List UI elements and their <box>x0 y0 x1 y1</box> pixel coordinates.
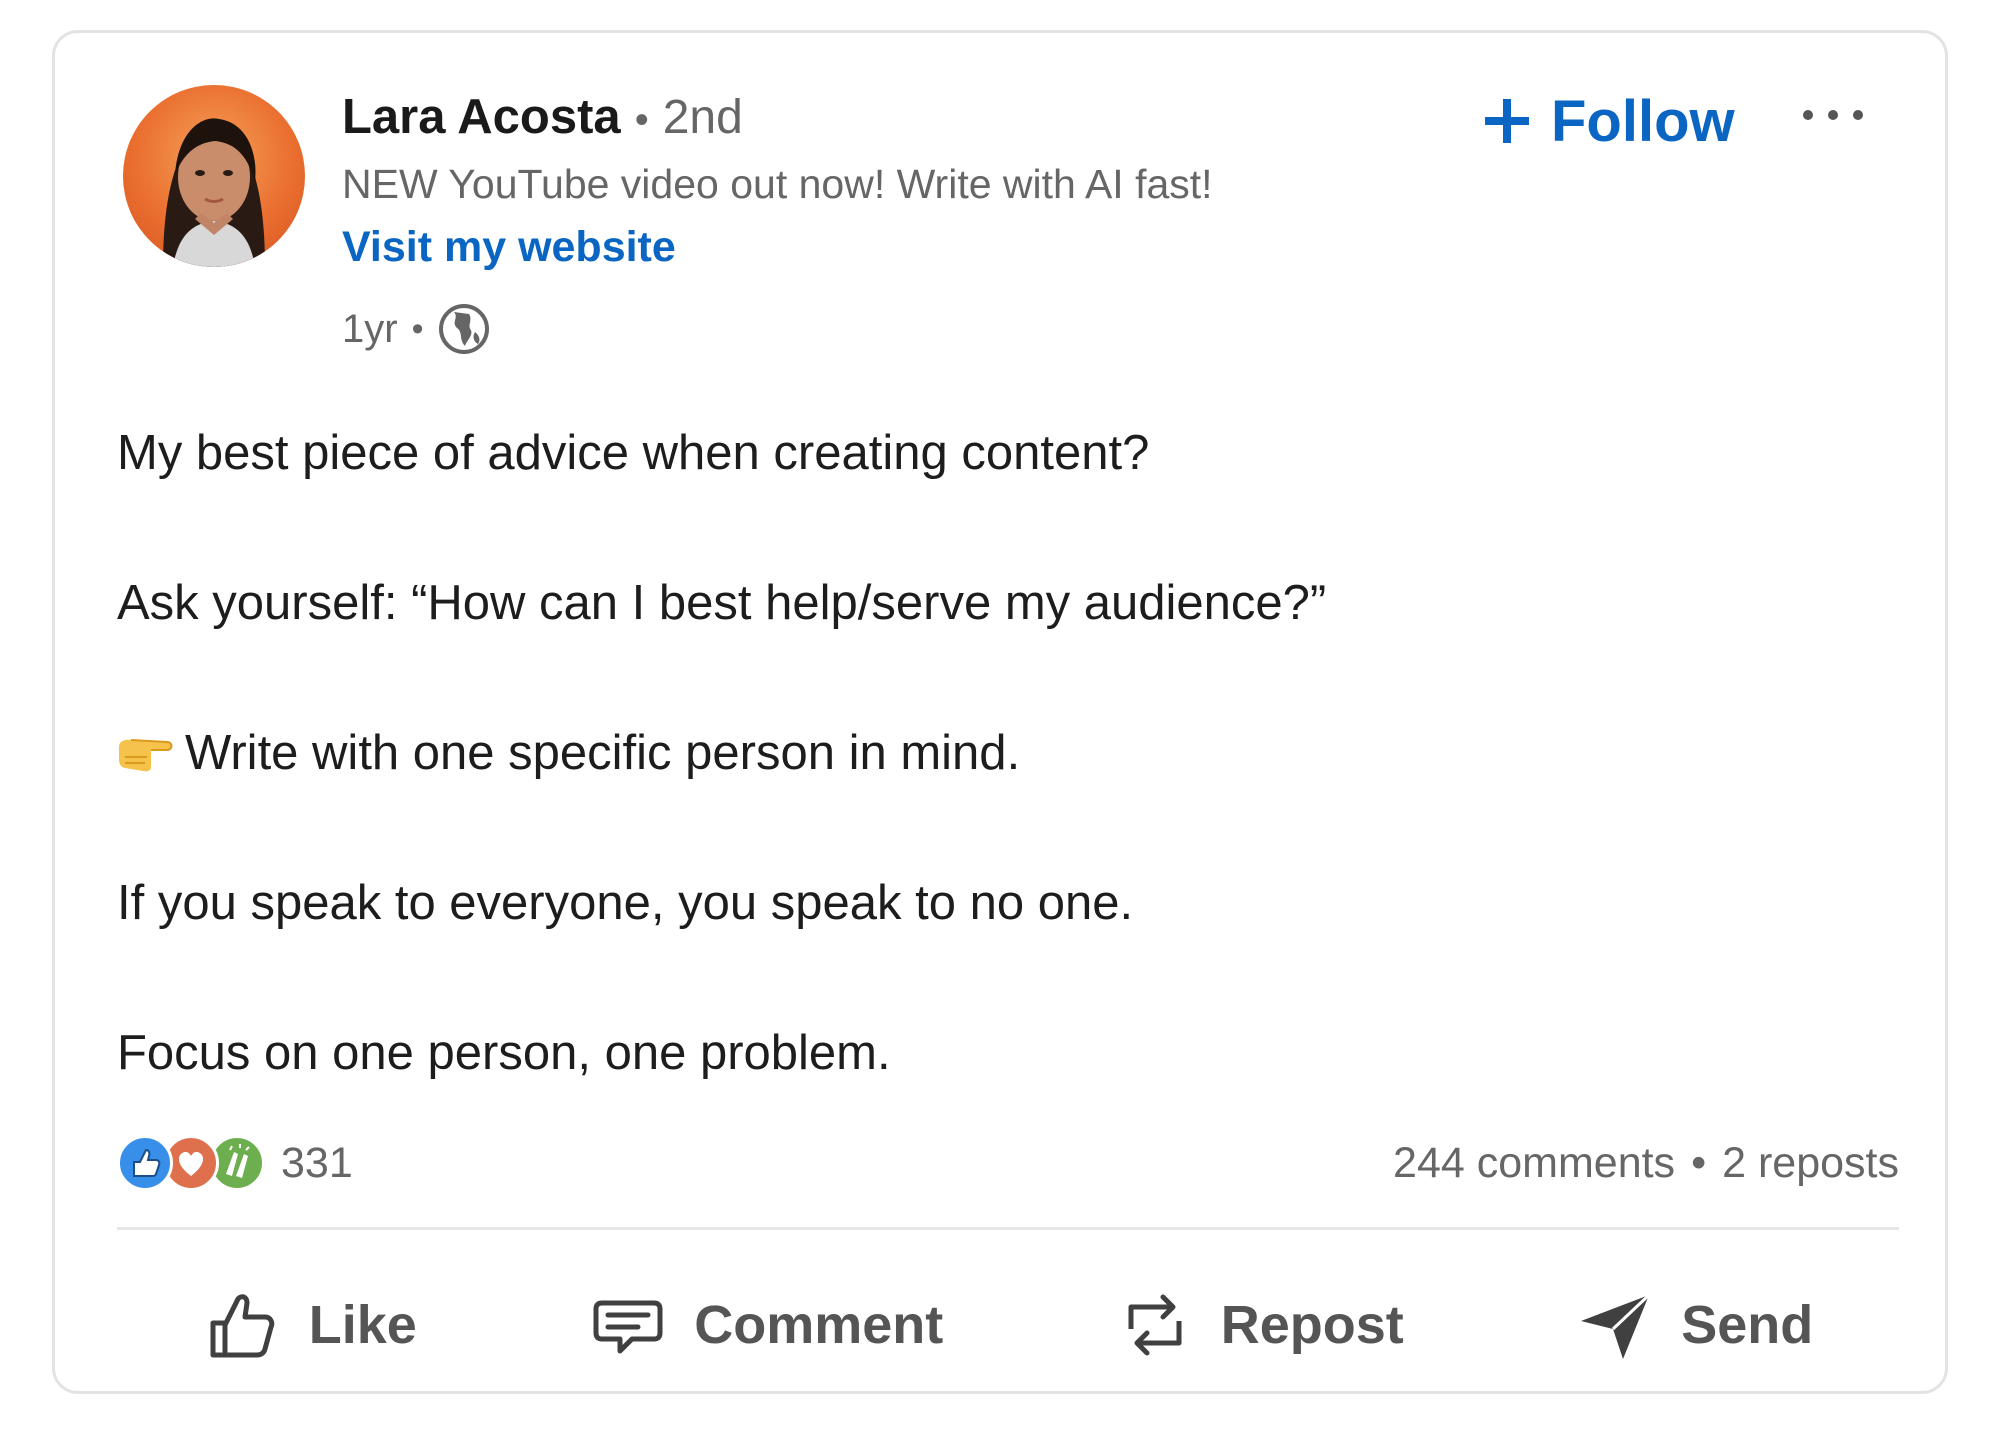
thumbs-up-icon <box>210 1294 274 1358</box>
ellipsis-dot <box>1803 110 1813 120</box>
connection-degree: 2nd <box>662 91 743 144</box>
author-avatar[interactable] <box>123 85 305 267</box>
post-body: My best piece of advice when creating co… <box>117 423 1897 1173</box>
comment-icon <box>593 1300 663 1354</box>
reaction-icons <box>117 1135 269 1191</box>
author-headline: NEW YouTube video out now! Write with AI… <box>342 161 1213 207</box>
reaction-count: 331 <box>281 1138 353 1187</box>
meta-separator: • <box>411 309 424 348</box>
post-line-with-emoji: Write with one specific person in mind. <box>117 723 1897 873</box>
reposts-count-link[interactable]: 2 reposts <box>1722 1139 1899 1188</box>
post-header: Lara Acosta • 2nd NEW YouTube video out … <box>342 89 1213 363</box>
repost-label: Repost <box>1220 1295 1404 1355</box>
repost-button[interactable]: Repost <box>1091 1270 1428 1380</box>
post-time: 1yr <box>342 306 398 351</box>
send-label: Send <box>1681 1295 1814 1355</box>
point-right-emoji-icon <box>117 727 175 772</box>
post-line-text: Write with one specific person in mind. <box>185 726 1021 780</box>
send-button[interactable]: Send <box>1551 1270 1837 1380</box>
post-actions: Like Comment Repost Send <box>117 1259 1899 1391</box>
post-line: My best piece of advice when creating co… <box>117 426 1150 480</box>
post-line: Ask yourself: “How can I best help/serve… <box>117 576 1327 630</box>
post-card: Lara Acosta • 2nd NEW YouTube video out … <box>52 30 1948 1394</box>
globe-icon <box>437 302 491 356</box>
ellipsis-dot <box>1853 110 1863 120</box>
author-name[interactable]: Lara Acosta <box>342 89 621 145</box>
like-reaction-icon <box>117 1135 173 1191</box>
engagement-stats: 244 comments • 2 reposts <box>1393 1139 1899 1188</box>
visit-website-link[interactable]: Visit my website <box>342 223 1213 289</box>
comments-count-link[interactable]: 244 comments <box>1393 1139 1675 1188</box>
reactions-summary[interactable]: 331 <box>117 1135 353 1191</box>
avatar-portrait <box>163 118 265 267</box>
comment-button[interactable]: Comment <box>564 1270 967 1380</box>
like-button[interactable]: Like <box>179 1270 441 1380</box>
send-icon <box>1581 1293 1651 1359</box>
plus-icon <box>1485 99 1529 143</box>
ellipsis-dot <box>1828 110 1838 120</box>
follow-label: Follow <box>1551 88 1735 154</box>
like-label: Like <box>308 1295 417 1355</box>
name-separator: • <box>634 98 649 142</box>
comment-label: Comment <box>694 1295 944 1355</box>
post-stats: 331 244 comments • 2 reposts <box>117 1131 1899 1195</box>
stats-separator: • <box>1691 1138 1707 1187</box>
author-name-row: Lara Acosta • 2nd <box>342 89 1213 159</box>
post-meta: 1yr • <box>342 295 1213 363</box>
post-line: If you speak to everyone, you speak to n… <box>117 876 1134 930</box>
ellipsis-icon[interactable] <box>1803 95 1863 135</box>
follow-button[interactable]: Follow <box>1483 81 1735 161</box>
repost-icon <box>1128 1294 1182 1356</box>
stats-divider <box>117 1227 1899 1230</box>
